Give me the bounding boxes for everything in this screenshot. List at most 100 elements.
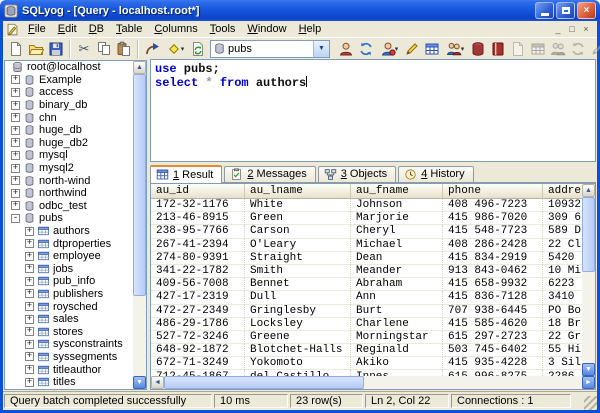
tab-result[interactable]: 1 Result: [150, 165, 222, 183]
tree-item-table-titleauthor[interactable]: +titleauthor: [5, 363, 146, 376]
menu-file[interactable]: File: [22, 22, 52, 37]
expand-icon[interactable]: +: [11, 101, 20, 110]
tree-item-table-jobs[interactable]: +jobs: [5, 263, 146, 276]
cell[interactable]: 648-92-1872: [151, 344, 245, 357]
resize-grip[interactable]: [584, 396, 597, 410]
expand-icon[interactable]: +: [25, 239, 34, 248]
expand-icon[interactable]: +: [11, 164, 20, 173]
tree-item-db-odbc_test[interactable]: +odbc_test: [5, 200, 146, 213]
expand-icon[interactable]: +: [11, 75, 20, 84]
database-combobox[interactable]: pubs▼: [210, 40, 330, 58]
menu-help[interactable]: Help: [293, 22, 328, 37]
expand-icon[interactable]: +: [11, 113, 20, 122]
show-table-data-button[interactable]: [422, 39, 442, 59]
menu-table[interactable]: Table: [110, 22, 148, 37]
cell[interactable]: 503 745-6402: [443, 344, 543, 357]
column-header-phone[interactable]: phone: [443, 184, 543, 199]
flush-tools-button[interactable]: [468, 39, 488, 59]
title-bar[interactable]: SQLyog - [Query - localhost.root*] ×: [0, 0, 600, 21]
grid-hscroll-thumb[interactable]: [164, 376, 364, 389]
cell[interactable]: 10 Mi: [543, 265, 582, 278]
grid-vertical-scrollbar[interactable]: ▲ ▼: [582, 184, 595, 376]
expand-icon[interactable]: +: [25, 252, 34, 261]
tree-item-table-stores[interactable]: +stores: [5, 325, 146, 338]
maximize-button[interactable]: [556, 2, 575, 19]
cell[interactable]: 309 6: [543, 212, 582, 225]
cell[interactable]: 672-71-3249: [151, 357, 245, 370]
expand-icon[interactable]: +: [25, 289, 34, 298]
cell[interactable]: PO Bo: [543, 305, 582, 318]
tree-item-table-sysconstraints[interactable]: +sysconstraints: [5, 338, 146, 351]
cell[interactable]: 341-22-1782: [151, 265, 245, 278]
paste-button[interactable]: [114, 39, 134, 59]
chevron-down-icon[interactable]: ▾: [461, 45, 465, 53]
cell[interactable]: 409-56-7008: [151, 278, 245, 291]
expand-icon[interactable]: +: [25, 277, 34, 286]
expand-icon[interactable]: +: [11, 138, 20, 147]
scroll-left-icon[interactable]: ◄: [151, 376, 164, 389]
tree-item-table-roysched[interactable]: +roysched: [5, 300, 146, 313]
column-header-au_id[interactable]: au_id: [151, 184, 245, 199]
menu-columns[interactable]: Columns: [148, 22, 203, 37]
tree-item-table-sales[interactable]: +sales: [5, 313, 146, 326]
cell[interactable]: 415 986-7020: [443, 212, 543, 225]
chevron-down-icon[interactable]: ▾: [395, 45, 399, 53]
cell[interactable]: 913 843-0462: [443, 265, 543, 278]
cell[interactable]: 707 938-6445: [443, 305, 543, 318]
expand-icon[interactable]: +: [11, 126, 20, 135]
save-file-button[interactable]: [46, 39, 66, 59]
tab-objects[interactable]: 3 Objects: [318, 166, 396, 182]
table-row[interactable]: 409-56-7008BennetAbraham415 658-99326223: [151, 278, 582, 291]
cell[interactable]: Burt: [351, 305, 443, 318]
tree-item-table-syssegments[interactable]: +syssegments: [5, 351, 146, 364]
cell[interactable]: Morningstar: [351, 331, 443, 344]
mdi-close-icon[interactable]: ×: [579, 23, 593, 36]
scroll-right-icon[interactable]: ►: [582, 376, 595, 389]
cell[interactable]: Dull: [245, 291, 351, 304]
refresh-query-button[interactable]: [188, 39, 208, 59]
cell[interactable]: Cheryl: [351, 225, 443, 238]
cell[interactable]: White: [245, 199, 351, 212]
grid-vscroll-thumb[interactable]: [582, 197, 595, 272]
mdi-minimize-icon[interactable]: _: [551, 23, 565, 36]
tree-item-db-chn[interactable]: +chn: [5, 111, 146, 124]
tree-item-table-dtproperties[interactable]: +dtproperties: [5, 237, 146, 250]
expand-icon[interactable]: +: [25, 302, 34, 311]
column-header-address[interactable]: address: [543, 184, 582, 199]
expand-icon[interactable]: +: [11, 189, 20, 198]
cell[interactable]: 615 297-2723: [443, 331, 543, 344]
cell[interactable]: 55 Hi: [543, 344, 582, 357]
sql-editor[interactable]: use pubs;select * from authors: [150, 59, 596, 162]
cell[interactable]: 472-27-2349: [151, 305, 245, 318]
chevron-down-icon[interactable]: ▼: [313, 41, 329, 57]
export-data-button[interactable]: [488, 39, 508, 59]
expand-icon[interactable]: +: [25, 264, 34, 273]
menu-tools[interactable]: Tools: [204, 22, 242, 37]
column-header-au_lname[interactable]: au_lname: [245, 184, 351, 199]
menu-db[interactable]: DB: [83, 22, 110, 37]
cell[interactable]: Yokomoto: [245, 357, 351, 370]
cell[interactable]: 3410: [543, 291, 582, 304]
cell[interactable]: Michael: [351, 239, 443, 252]
cell[interactable]: 5420: [543, 252, 582, 265]
tree-item-db-Example[interactable]: +Example: [5, 74, 146, 87]
expand-icon[interactable]: +: [25, 340, 34, 349]
tree-item-db-mysql[interactable]: +mysql: [5, 149, 146, 162]
cell[interactable]: Bennet: [245, 278, 351, 291]
cell[interactable]: 274-80-9391: [151, 252, 245, 265]
menu-window[interactable]: Window: [241, 22, 292, 37]
table-row[interactable]: 427-17-2319DullAnn415 836-71283410: [151, 291, 582, 304]
open-file-button[interactable]: [26, 39, 46, 59]
cell[interactable]: Gringlesby: [245, 305, 351, 318]
tree-item-table-titles[interactable]: +titles: [5, 376, 146, 389]
table-row[interactable]: 472-27-2349GringlesbyBurt707 938-6445PO …: [151, 305, 582, 318]
grid-horizontal-scrollbar[interactable]: ◄ ►: [151, 376, 595, 389]
tree-scrollbar[interactable]: ▲ ▼: [133, 61, 146, 389]
cell[interactable]: 18 Br: [543, 318, 582, 331]
cell[interactable]: 415 585-4620: [443, 318, 543, 331]
table-row[interactable]: 213-46-8915GreenMarjorie415 986-7020309 …: [151, 212, 582, 225]
tree-item-table-employee[interactable]: +employee: [5, 250, 146, 263]
cell[interactable]: Ann: [351, 291, 443, 304]
close-button[interactable]: ×: [577, 2, 596, 19]
cell[interactable]: Carson: [245, 225, 351, 238]
